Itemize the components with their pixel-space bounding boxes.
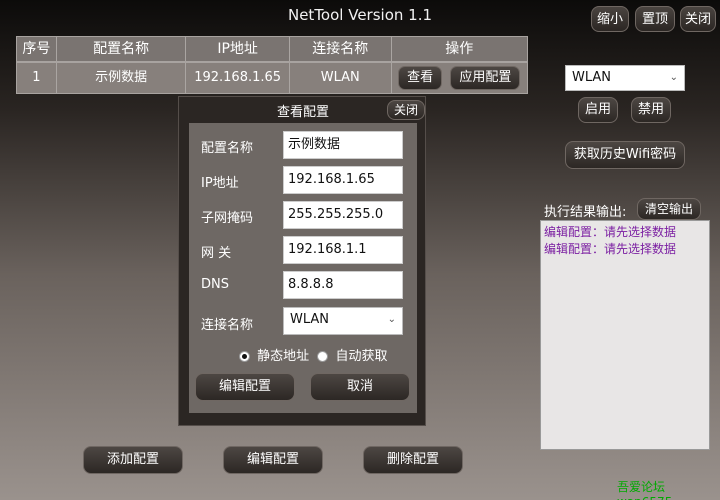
cell-ip: 192.168.1.65 [186,63,290,93]
view-button[interactable]: 查看 [398,66,443,90]
output-log: 编辑配置：请先选择数据 编辑配置：请先选择数据 [540,220,710,450]
header-config-name: 配置名称 [57,37,187,61]
delete-config-button[interactable]: 删除配置 [363,446,463,474]
adapter-select[interactable]: WLAN ⌄ [565,65,685,91]
add-config-button[interactable]: 添加配置 [83,446,183,474]
table-header: 序号 配置名称 IP地址 连接名称 操作 [16,36,528,62]
output-label: 执行结果输出: [544,205,627,220]
pin-top-button[interactable]: 置顶 [635,6,675,32]
view-config-dialog: 查看配置 关闭 配置名称 示例数据 IP地址 192.168.1.65 子网掩码… [178,96,426,426]
output-line: 编辑配置：请先选择数据 [544,225,677,239]
gateway-input[interactable]: 192.168.1.1 [283,236,403,264]
field-label-ip: IP地址 [201,176,239,191]
output-line: 编辑配置：请先选择数据 [544,242,677,256]
header-connection: 连接名称 [290,37,392,61]
apply-config-button[interactable]: 应用配置 [450,66,521,90]
field-label-gateway: 网 关 [201,246,232,261]
subnet-mask-input[interactable]: 255.255.255.0 [283,201,403,229]
dialog-body: 配置名称 示例数据 IP地址 192.168.1.65 子网掩码 255.255… [189,123,417,413]
app-window: NetTool Version 1.1 缩小 置顶 关闭 序号 配置名称 IP地… [0,0,720,500]
connection-select[interactable]: WLAN ⌄ [283,307,403,335]
dns-input[interactable]: 8.8.8.8 [283,271,403,299]
enable-button[interactable]: 启用 [578,97,618,123]
adapter-select-value: WLAN [572,70,612,85]
radio-static[interactable] [239,351,250,362]
field-label-dns: DNS [201,277,229,292]
address-mode-radios: 静态地址 自动获取 [239,345,387,364]
cell-config-name: 示例数据 [57,63,187,93]
wifi-history-button[interactable]: 获取历史Wifi密码 [565,141,685,169]
ip-input[interactable]: 192.168.1.65 [283,166,403,194]
watermark-text: 吾爱论坛wap6575 [617,480,672,500]
field-label-name: 配置名称 [201,141,254,156]
chevron-down-icon: ⌄ [387,314,396,325]
header-ip: IP地址 [186,37,290,61]
close-window-button[interactable]: 关闭 [680,6,716,32]
connection-select-value: WLAN [290,312,330,327]
cancel-button[interactable]: 取消 [310,373,410,401]
field-label-mask: 子网掩码 [201,211,254,226]
header-actions: 操作 [445,41,474,57]
cell-index: 1 [17,63,57,93]
header-index: 序号 [17,37,57,61]
table-row[interactable]: 1 示例数据 192.168.1.65 WLAN 查看 应用配置 [16,62,528,94]
disable-button[interactable]: 禁用 [631,97,671,123]
radio-static-label: 静态地址 [257,349,310,364]
field-label-connection: 连接名称 [201,318,254,333]
minimize-button[interactable]: 缩小 [591,6,629,32]
footer-edit-config-button[interactable]: 编辑配置 [223,446,323,474]
cell-connection: WLAN [290,63,392,93]
clear-output-button[interactable]: 清空输出 [637,198,701,220]
chevron-down-icon: ⌄ [669,72,678,83]
cell-actions: 查看 应用配置 [392,63,527,93]
config-name-input[interactable]: 示例数据 [283,131,403,159]
radio-auto-label: 自动获取 [335,349,388,364]
edit-config-button[interactable]: 编辑配置 [195,373,295,401]
radio-auto[interactable] [317,351,329,362]
dialog-close-button[interactable]: 关闭 [387,100,425,120]
